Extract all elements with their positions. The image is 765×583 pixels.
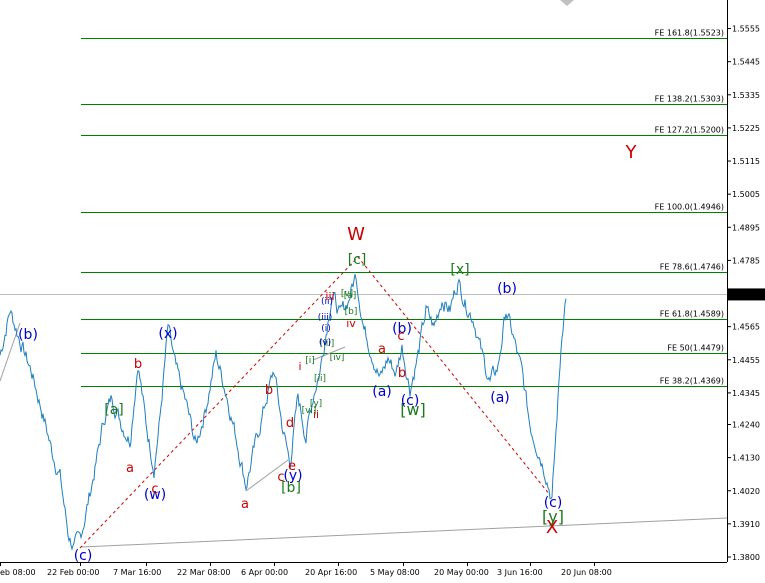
wave-label: [x]	[450, 262, 469, 278]
wave-label: (	[0, 390, 1, 406]
wave-label: c	[397, 329, 404, 344]
wave-label: [c]	[348, 252, 367, 268]
scroll-marker	[560, 0, 574, 6]
wave-label: (b)	[18, 327, 38, 343]
wave-label: [i]	[305, 356, 315, 366]
trendline-left	[0, 322, 21, 382]
wave-label: (b)	[497, 281, 517, 297]
wave-label: (c)	[401, 393, 420, 409]
wave-label: b	[134, 357, 142, 372]
trendline	[81, 517, 728, 548]
wave-label: b	[265, 383, 273, 398]
price-tick-label: 1.3910	[732, 520, 760, 529]
wave-label: (c)	[74, 548, 93, 564]
current-price-label: 1.4672	[731, 290, 759, 299]
wave-label: (x)	[158, 326, 177, 342]
wave-label: i	[298, 360, 301, 373]
wave-label: [b]	[345, 307, 358, 317]
wave-label: (v)	[319, 338, 331, 348]
price-tick-label: 1.5225	[732, 124, 760, 133]
time-tick-label: 20 Jun 08:00	[561, 568, 612, 577]
wave-label: b	[398, 366, 406, 381]
price-series-line	[0, 273, 567, 551]
wave-label: a	[241, 497, 249, 512]
wave-label: [y]	[310, 399, 322, 409]
price-tick-label: 1.5115	[732, 157, 760, 166]
time-tick-label: 3 Jun 16:00	[497, 568, 543, 577]
fib-label: FE 78.6(1.4746)	[660, 263, 724, 272]
chart: FE 161.8(1.5523) FE 138.2(1.5303) FE 127.2…	[0, 0, 765, 583]
wave-label: a	[126, 461, 134, 476]
time-tick-label: 22 Mar 08:00	[177, 568, 230, 577]
wave-label: a	[378, 342, 386, 357]
wave-label: W	[347, 224, 365, 245]
time-tick-label: 7 Mar 16:00	[113, 568, 161, 577]
wave-label: [a]	[344, 291, 357, 301]
time-tick-label: 20 Apr 16:00	[305, 568, 357, 577]
time-tick-label: 20 May 00:00	[434, 568, 489, 577]
time-tick-label: 5 May 08:00	[370, 568, 420, 577]
wave-label: (iii)	[318, 313, 333, 323]
price-tick-label: 1.3800	[732, 553, 760, 562]
price-tick-label: 1.5005	[732, 190, 760, 199]
price-tick-label: 1.5445	[732, 58, 760, 67]
time-tick-label: eb 08:00	[0, 568, 36, 577]
wave-label: Y	[625, 142, 638, 163]
axis-layer: 1.5555 1.5445 1.5335 1.5225 1.5115 1.5005 1.48…	[0, 0, 765, 577]
wave-label: c	[151, 482, 158, 497]
wave-label: (i)	[321, 324, 331, 334]
fib-label: FE 61.8(1.4589)	[660, 310, 724, 319]
fib-label: FE 161.8(1.5523)	[655, 29, 724, 38]
price-tick-label: 1.4020	[732, 487, 760, 496]
wave-label: [a]	[104, 402, 124, 418]
wave-label: [ii]	[314, 374, 326, 384]
price-tick-label: 1.5335	[732, 91, 760, 100]
fib-label: FE 127.2(1.5200)	[655, 126, 724, 135]
price-tick-label: 1.4130	[732, 454, 760, 463]
wave-label: (a)	[372, 384, 392, 400]
price-tick-label: 1.4345	[732, 389, 760, 398]
price-tick-label: 1.4565	[732, 323, 760, 332]
price-tick-label: 1.4455	[732, 356, 760, 365]
price-layer	[0, 273, 567, 551]
wave-label: (ii)	[321, 297, 333, 307]
time-tick-label: 6 Apr 00:00	[241, 568, 288, 577]
wave-label: (c)	[544, 495, 563, 511]
wave-label: [iv]	[330, 353, 345, 363]
time-tick-label: 22 Feb 00:00	[47, 568, 99, 577]
wave-label: iv	[346, 317, 356, 330]
price-tick-label: 1.4895	[732, 223, 760, 232]
wave-label: c	[277, 470, 284, 485]
wave-label: d	[286, 416, 294, 431]
price-tick-label: 1.5555	[732, 25, 760, 34]
fib-label: FE 138.2(1.5303)	[655, 95, 724, 104]
wave-label: (a)	[490, 390, 510, 406]
price-tick-label: 1.4785	[732, 256, 760, 265]
fib-label: FE 100.0(1.4946)	[655, 203, 724, 212]
chart-svg: FE 161.8(1.5523) FE 138.2(1.5303) FE 127.2…	[0, 0, 765, 577]
price-tick-label: 1.4240	[732, 421, 760, 430]
wave-label: e	[288, 459, 296, 474]
fib-label: FE 50(1.4479)	[667, 344, 724, 353]
fib-label: FE 38.2(1.4369)	[660, 377, 724, 386]
